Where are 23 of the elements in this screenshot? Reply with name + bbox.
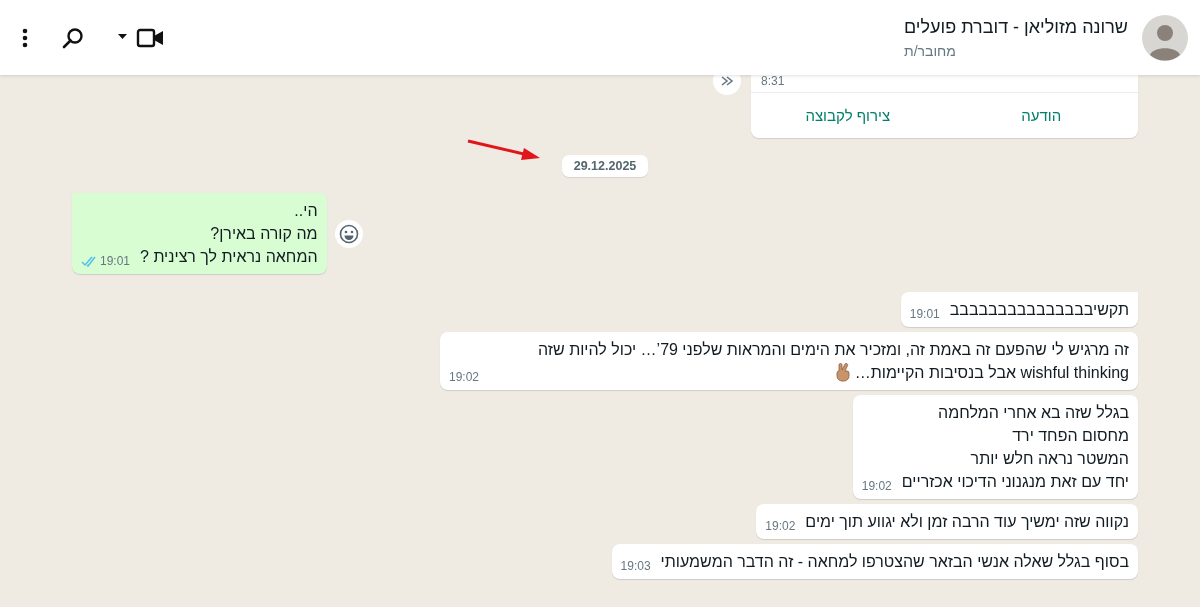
contact-status: מחובר/ת (904, 42, 956, 59)
message-time: 8:31 (761, 75, 785, 88)
message-text: המחאה נראית לך רצינית ? (140, 248, 318, 265)
message-text: המשטר נראה חלש יותר (970, 450, 1129, 467)
message-text: מה קורה באירן? (210, 225, 318, 242)
message-text: יחד עם זאת מנגנוני הדיכוי אכזריים (901, 473, 1129, 490)
message-time: 19:02 (448, 370, 479, 384)
card-action-button[interactable]: הודעה (944, 93, 1138, 138)
message-text: הי.. (294, 202, 318, 219)
message-text: בסוף בגלל שאלה אנשי הבזאר שהצטרפו למחאה - זה הדבר המשמעותי (660, 553, 1129, 570)
message-text: נקווה שזה ימשיך עוד הרבה זמן ולא יגווע תוך ימים (805, 513, 1129, 530)
message-text: בגלל שזה בא אחרי המלחמה (938, 404, 1129, 421)
message-time: 19:01 (100, 254, 131, 268)
contact-name: שרונה מזוליאן - דוברת פועלים (904, 16, 1128, 38)
message-text: תקשיבבבבבבבבבבבבבבב (949, 301, 1129, 318)
message-time: 19:03 (620, 559, 651, 573)
message-time: 19:02 (861, 479, 892, 493)
message-time: 19:01 (909, 307, 940, 321)
card-action-button[interactable]: צירוף לקבוצה (751, 93, 945, 138)
date-chip: 29.12.2025 (561, 155, 649, 177)
message-text: זה מרגיש לי שהפעם זה באמת זה, ומזכיר את הימים והמראות שלפני 79’… יכול להיות שזה wishful thinking אבל בנסיבות הקיימות… (538, 341, 1129, 381)
message-time: 19:02 (765, 519, 796, 533)
message-text: מחסום הפחד ירד (1012, 427, 1129, 444)
